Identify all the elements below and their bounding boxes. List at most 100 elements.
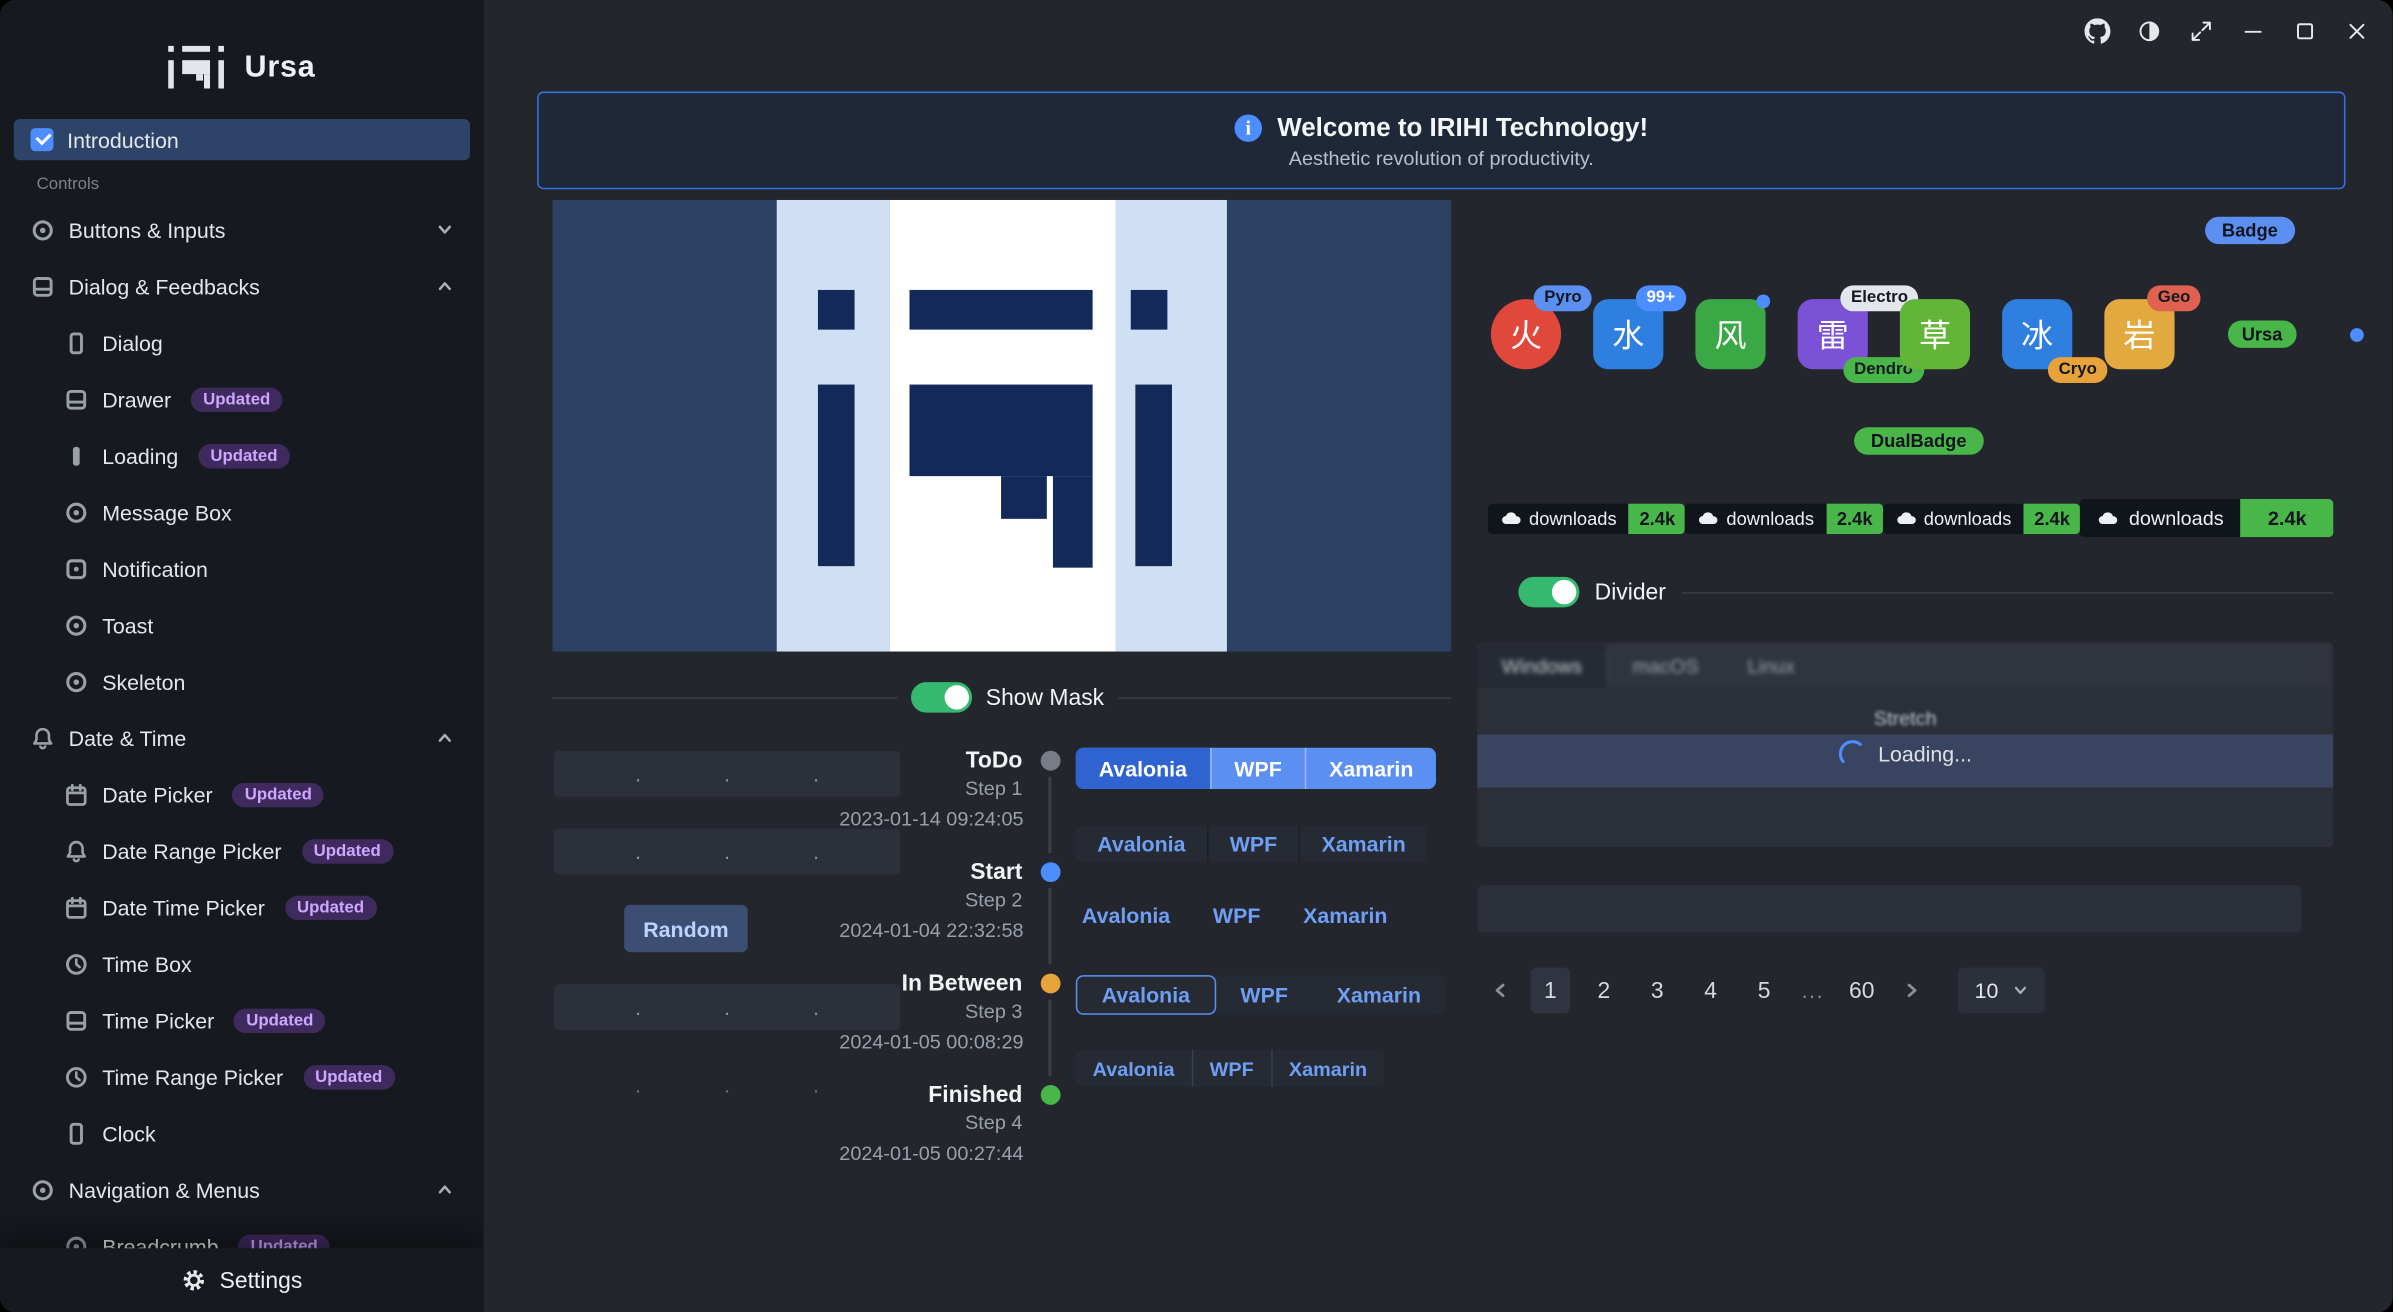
pagination-ellipsis[interactable]: ...	[1798, 978, 1829, 1002]
ip-dot: .	[635, 839, 641, 863]
xamarin-button[interactable]: Xamarin	[1299, 826, 1428, 863]
sidebar-group-label: Date & Time	[69, 726, 187, 750]
updated-badge: Updated	[301, 839, 393, 863]
page-size-select[interactable]: 10	[1958, 967, 2044, 1013]
welcome-banner: i Welcome to IRIHI Technology! Aesthetic…	[537, 92, 2345, 190]
pagination-page-2[interactable]: 2	[1584, 967, 1624, 1013]
divider-label: Divider	[1595, 579, 1666, 605]
wpf-button[interactable]: WPF	[1191, 1050, 1270, 1087]
settings-button[interactable]: Settings	[0, 1248, 484, 1312]
show-mask-row: Show Mask	[552, 682, 1451, 713]
pagination-next-button[interactable]	[1895, 967, 1929, 1013]
sidebar-item-time-box[interactable]: Time Box	[14, 943, 470, 984]
random-button-label: Random	[643, 916, 728, 940]
sidebar-section-label: Controls	[37, 175, 470, 193]
xamarin-button[interactable]: Xamarin	[1303, 900, 1387, 931]
minimize-button[interactable]	[2234, 12, 2271, 49]
divider-toggle[interactable]	[1518, 577, 1579, 608]
fullscreen-button[interactable]	[2182, 12, 2219, 49]
window-controls	[2078, 12, 2374, 49]
tab-macos[interactable]: macOS	[1608, 642, 1723, 688]
ip-dot: .	[813, 1073, 819, 1097]
show-mask-toggle[interactable]	[911, 682, 972, 713]
tile-glyph: 草	[1919, 311, 1951, 357]
sidebar-item-message-box[interactable]: Message Box	[14, 491, 470, 532]
pagination-page-5[interactable]: 5	[1744, 967, 1784, 1013]
timeline-step: In Between Step 3 2024-01-05 00:08:29	[839, 971, 1062, 1082]
sidebar-item-date-range-picker[interactable]: Date Range Picker Updated	[14, 830, 470, 871]
timeline-step: Start Step 2 2024-01-04 22:32:58	[839, 859, 1062, 970]
chevron-down-icon	[436, 221, 453, 238]
wpf-button[interactable]: WPF	[1210, 748, 1305, 789]
sidebar-item-time-picker[interactable]: Time Picker Updated	[14, 1000, 470, 1041]
loading-panel-tabs: Windows macOS Linux	[1477, 642, 2333, 688]
avalonia-button[interactable]: Avalonia	[1076, 975, 1216, 1015]
sidebar-item-label: Notification	[102, 556, 208, 580]
sidebar-item-notification[interactable]: Notification	[14, 548, 470, 589]
sidebar-item-drawer[interactable]: Drawer Updated	[14, 378, 470, 419]
cloud-icon	[1500, 510, 1521, 527]
pagination-page-3[interactable]: 3	[1637, 967, 1677, 1013]
empty-text-input[interactable]	[1477, 885, 2301, 932]
xamarin-button[interactable]: Xamarin	[1305, 748, 1437, 789]
sidebar-group-buttons-inputs[interactable]: Buttons & Inputs	[14, 209, 470, 250]
xamarin-button[interactable]: Xamarin	[1271, 1050, 1384, 1087]
xamarin-button[interactable]: Xamarin	[1312, 975, 1445, 1015]
sidebar-item-date-time-picker[interactable]: Date Time Picker Updated	[14, 887, 470, 928]
info-icon: i	[1234, 114, 1261, 141]
github-icon	[2084, 18, 2110, 44]
stretch-label: Stretch	[1874, 707, 1937, 730]
sidebar-item-date-picker[interactable]: Date Picker Updated	[14, 774, 470, 815]
updated-badge: Updated	[285, 895, 377, 919]
divider-demo-row: Divider	[1518, 577, 2333, 608]
sidebar-item-introduction[interactable]: Introduction	[14, 119, 470, 160]
maximize-button[interactable]	[2286, 12, 2323, 49]
sidebar-item-clock[interactable]: Clock	[14, 1112, 470, 1153]
sidebar-group-dialog-feedbacks[interactable]: Dialog & Feedbacks	[14, 266, 470, 307]
tile-glyph: 水	[1612, 311, 1644, 357]
downloads-badge-large: downloads 2.4k	[2080, 499, 2333, 537]
wpf-button[interactable]: WPF	[1213, 900, 1260, 931]
sidebar-item-toast[interactable]: Toast	[14, 604, 470, 645]
timeline-connector	[1048, 1000, 1051, 1076]
random-button[interactable]: Random	[624, 905, 748, 952]
github-button[interactable]	[2078, 12, 2115, 49]
downloads-count: 2.4k	[2024, 503, 2080, 534]
sidebar-group-navigation-menus[interactable]: Navigation & Menus	[14, 1169, 470, 1210]
wpf-button[interactable]: WPF	[1207, 826, 1299, 863]
timeline-dot	[1040, 751, 1060, 771]
sidebar-item-dialog[interactable]: Dialog	[14, 322, 470, 363]
sidebar-item-label: Introduction	[67, 127, 179, 151]
element-tile-electro: 雷 Electro Dendro	[1798, 299, 1868, 369]
pagination-page-1[interactable]: 1	[1531, 967, 1571, 1013]
pagination-prev-button[interactable]	[1483, 967, 1517, 1013]
irihi-logo-image	[552, 200, 1451, 652]
sidebar-item-label: Loading	[102, 443, 178, 467]
close-icon	[2343, 18, 2369, 44]
clock-icon	[64, 951, 88, 975]
close-button[interactable]	[2338, 12, 2375, 49]
sidebar-item-label: Dialog	[102, 330, 163, 354]
avalonia-button[interactable]: Avalonia	[1076, 1050, 1192, 1087]
pagination-page-4[interactable]: 4	[1691, 967, 1731, 1013]
avalonia-button[interactable]: Avalonia	[1076, 748, 1210, 789]
sidebar-group-date-time[interactable]: Date & Time	[14, 717, 470, 758]
tab-linux[interactable]: Linux	[1723, 642, 1819, 688]
ip-dot: .	[724, 1073, 730, 1097]
dialog-feedbacks-icon	[31, 274, 55, 298]
avalonia-button[interactable]: Avalonia	[1082, 900, 1170, 931]
avalonia-button[interactable]: Avalonia	[1076, 826, 1207, 863]
sidebar-item-time-range-picker[interactable]: Time Range Picker Updated	[14, 1056, 470, 1097]
wpf-button[interactable]: WPF	[1216, 975, 1312, 1015]
theme-toggle-button[interactable]	[2130, 12, 2167, 49]
ip-dot: .	[813, 839, 819, 863]
tile-glyph: 风	[1714, 311, 1746, 357]
chevron-up-icon	[436, 278, 453, 295]
sidebar-item-loading[interactable]: Loading Updated	[14, 435, 470, 476]
dual-badge-pill: DualBadge	[1854, 427, 1983, 454]
ip-dot: .	[635, 761, 641, 785]
button-group-solid: Avalonia WPF Xamarin	[1076, 748, 1436, 789]
pagination-page-60[interactable]: 60	[1842, 967, 1882, 1013]
sidebar-item-skeleton[interactable]: Skeleton	[14, 661, 470, 702]
tab-windows[interactable]: Windows	[1477, 642, 1606, 688]
